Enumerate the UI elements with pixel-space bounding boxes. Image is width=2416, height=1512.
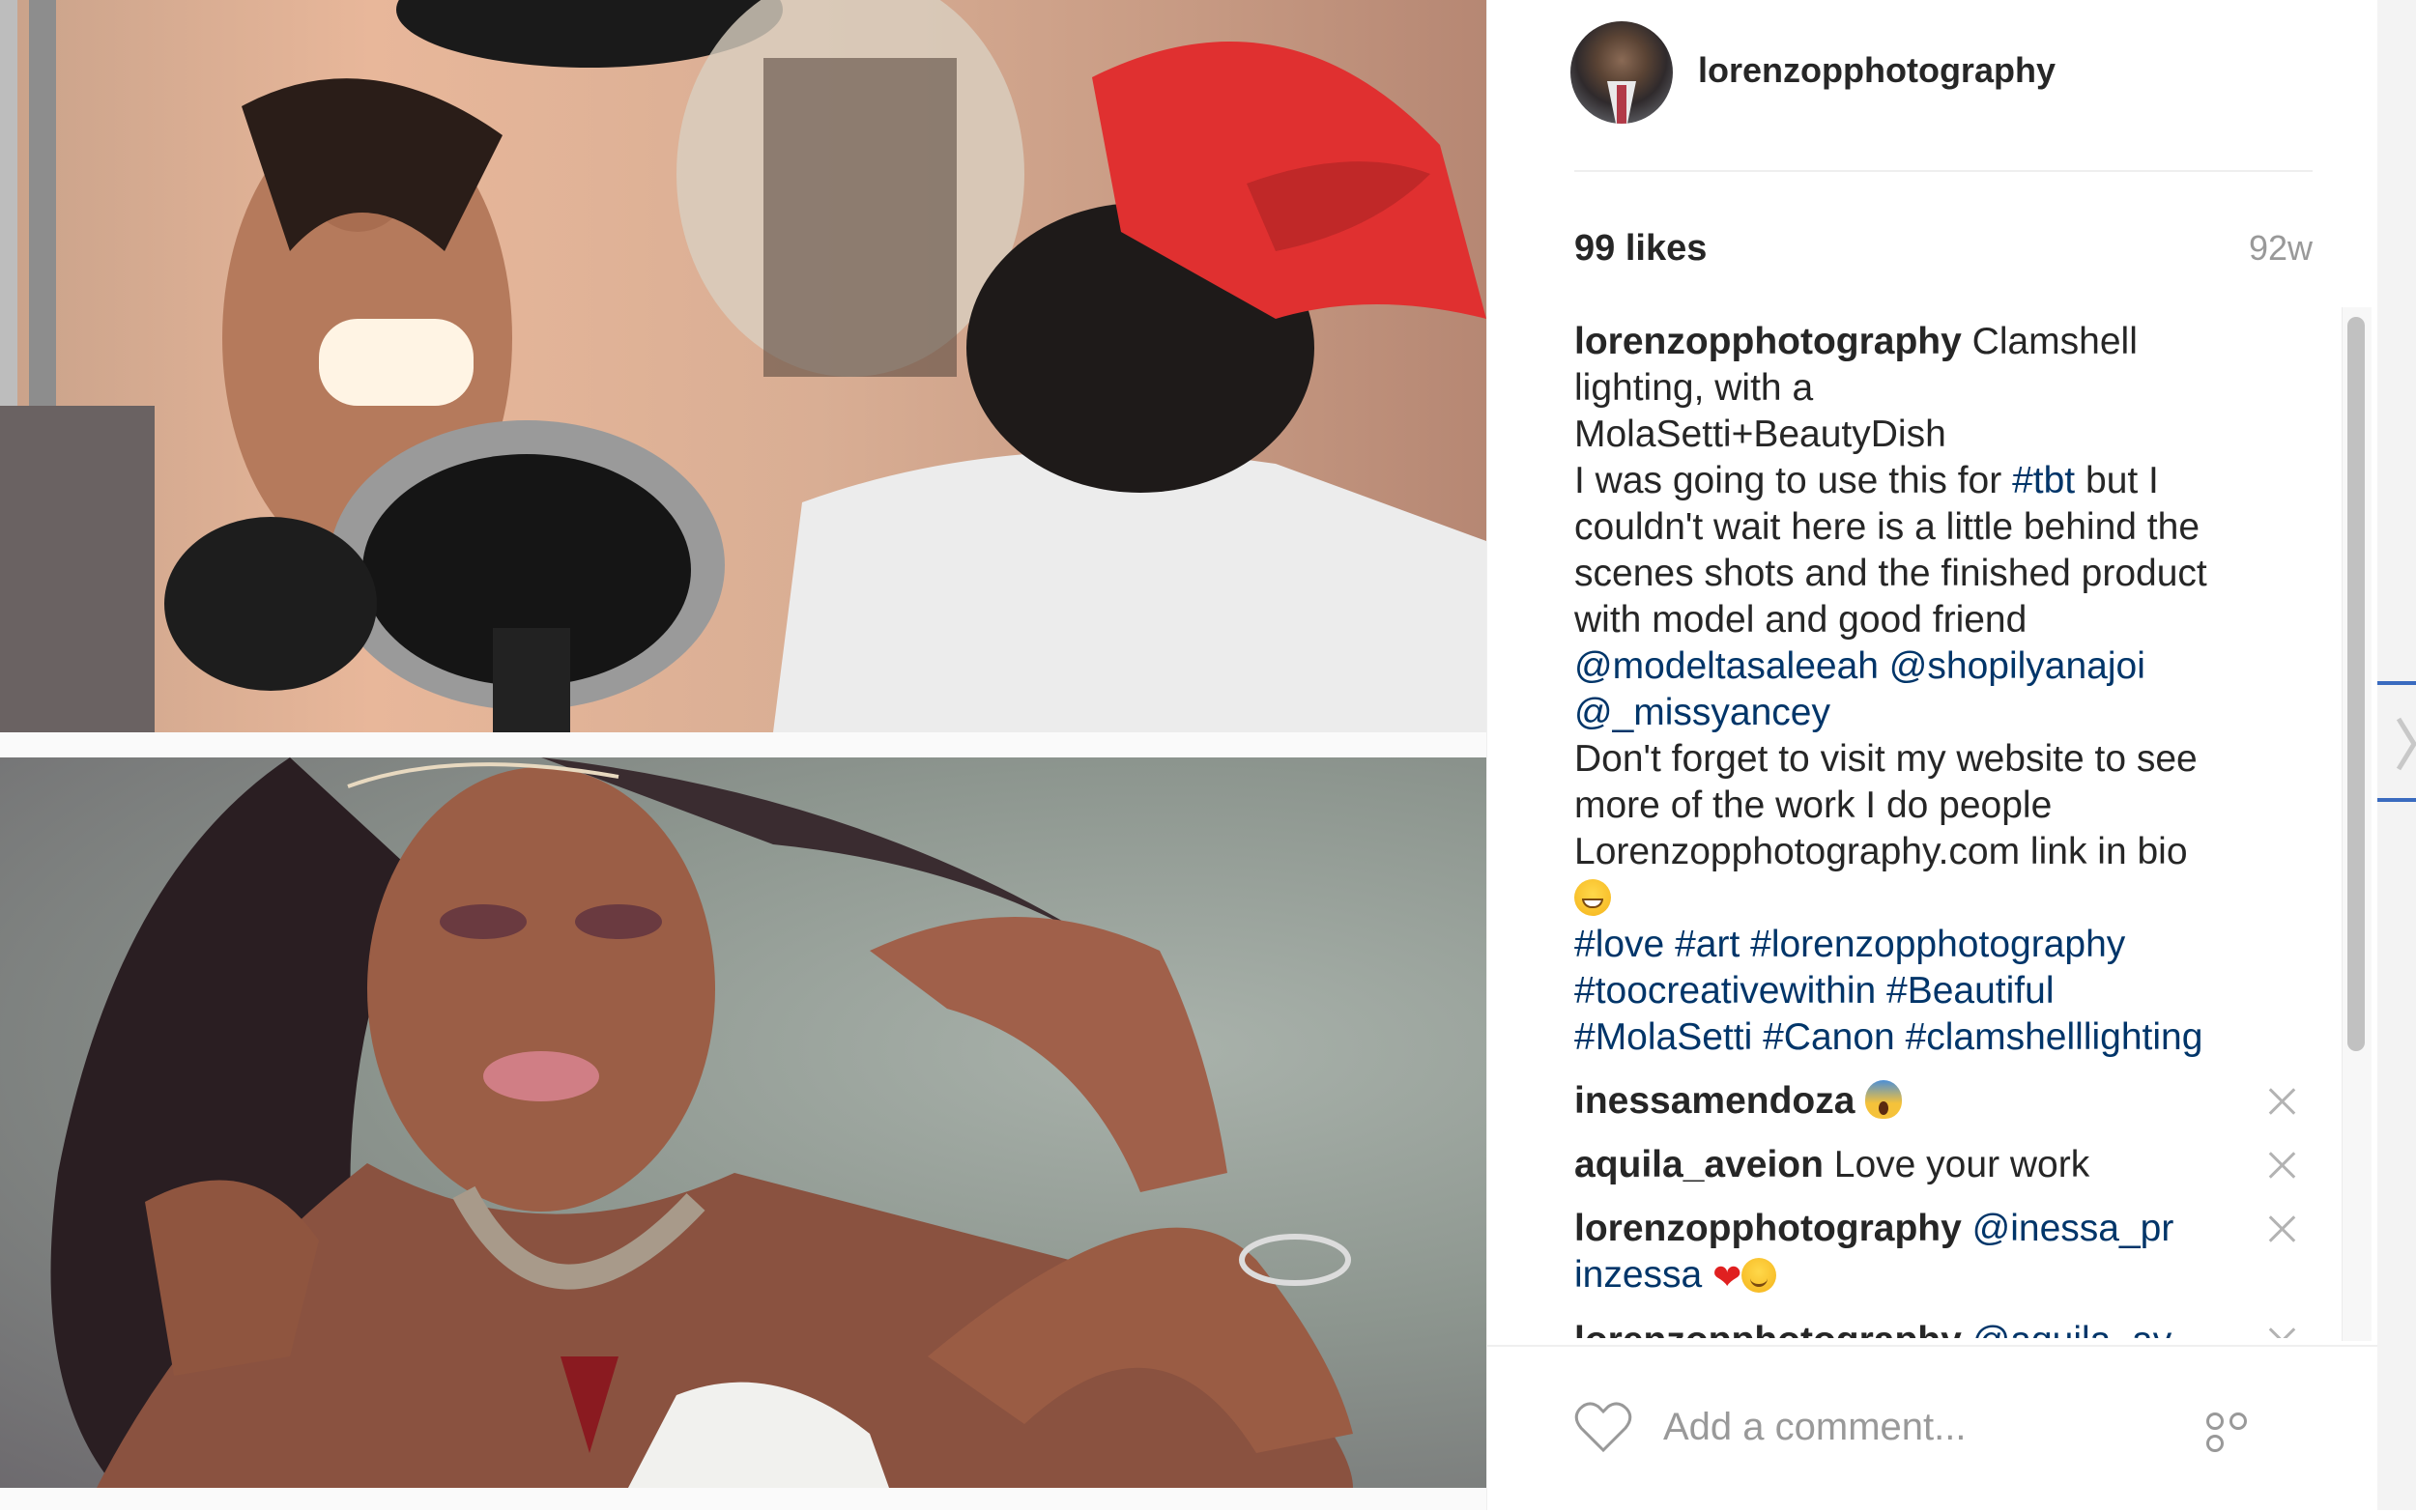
mention-link[interactable]: @inessa_pr — [1972, 1208, 2174, 1249]
add-comment-input[interactable] — [1661, 1397, 2206, 1457]
chevron-right-icon[interactable] — [2395, 715, 2416, 773]
comment-item: aquila_aveion Love your work — [1574, 1142, 2313, 1188]
comment-author[interactable]: aquila_aveion — [1574, 1144, 1824, 1185]
close-icon[interactable] — [2264, 1084, 2299, 1119]
scrollbar-thumb[interactable] — [2347, 317, 2365, 1051]
hashtag-link[interactable]: #clamshelllighting — [1906, 1016, 2203, 1058]
comment-footer — [1487, 1345, 2378, 1512]
caption-line: Lorenzopphotography.com link in bio — [1574, 831, 2188, 872]
hashtag-link[interactable]: #art — [1675, 924, 1740, 965]
comment-item: inessamendoza — [1574, 1078, 2313, 1125]
smiling-face-emoji-icon — [1741, 1258, 1777, 1293]
screaming-face-emoji-icon — [1865, 1080, 1903, 1119]
red-heart-emoji-icon: ❤ — [1712, 1257, 1742, 1297]
caption-text: but I — [2085, 460, 2159, 501]
caption-line: MolaSetti+BeautyDish — [1574, 414, 1946, 455]
avatar[interactable] — [1570, 21, 1673, 124]
hashtag-link[interactable]: #lorenzopphotography — [1750, 924, 2125, 965]
hashtag-link[interactable]: #love — [1574, 924, 1664, 965]
caption-line: lighting, with a — [1574, 367, 1814, 409]
heart-icon[interactable] — [1574, 1400, 1632, 1454]
edge-accent-line — [2377, 681, 2416, 685]
comments-scrollbar[interactable] — [2342, 307, 2372, 1341]
close-icon[interactable] — [2264, 1212, 2299, 1246]
mention-link[interactable]: inzessa — [1574, 1254, 1702, 1296]
mention-link[interactable]: @shopilyanajoi — [1889, 645, 2145, 687]
post-caption: lorenzopphotography Clamshell lighting, … — [1574, 319, 2309, 1061]
post-photo[interactable] — [0, 0, 1486, 1510]
more-options-icon[interactable] — [2206, 1412, 2272, 1452]
caption-line: with model and good friend — [1574, 599, 2028, 641]
caption-text: I was going to use this for — [1574, 460, 2002, 501]
comment-author[interactable]: inessamendoza — [1574, 1080, 1855, 1122]
comment-author[interactable]: lorenzopphotography — [1574, 1320, 1962, 1338]
comment-author[interactable]: lorenzopphotography — [1574, 1208, 1962, 1249]
mention-link[interactable]: @modeltasaleeah — [1574, 645, 1879, 687]
hashtag-link[interactable]: #MolaSetti — [1574, 1016, 1752, 1058]
caption-line: more of the work I do people — [1574, 785, 2053, 826]
caption-author[interactable]: lorenzopphotography — [1574, 321, 1962, 362]
hashtag-link[interactable]: #Beautiful — [1886, 970, 2054, 1012]
caption-line: Don't forget to visit my website to see — [1574, 738, 2198, 780]
grinning-emoji-icon — [1574, 879, 1611, 916]
close-icon[interactable] — [2264, 1324, 2299, 1338]
hashtag-link[interactable]: #Canon — [1763, 1016, 1895, 1058]
post-age[interactable]: 92w — [2249, 228, 2313, 269]
hashtag-link[interactable]: #toocreativewithin — [1574, 970, 1876, 1012]
finished-portrait-image — [0, 757, 1486, 1488]
header-divider — [1574, 170, 2313, 172]
likes-count[interactable]: 99 likes — [1574, 228, 1707, 270]
comment-item: lorenzopphotography @inessa_pr inzessa ❤ — [1574, 1206, 2313, 1300]
post-details-panel: lorenzopphotography 99 likes 92w lorenzo… — [1486, 0, 2378, 1510]
comment-text: Love your work — [1833, 1144, 2090, 1185]
mention-link[interactable]: @_missyancey — [1574, 692, 1830, 733]
comments-list: lorenzopphotography Clamshell lighting, … — [1574, 319, 2313, 1338]
behind-the-scenes-image — [0, 0, 1486, 732]
mention-link[interactable]: @aquila_av — [1972, 1320, 2172, 1338]
close-icon[interactable] — [2264, 1148, 2299, 1183]
caption-text: Clamshell — [1971, 321, 2138, 362]
caption-line: couldn't wait here is a little behind th… — [1574, 506, 2200, 548]
avatar-tie — [1617, 85, 1626, 124]
comment-item: lorenzopphotography @aquila_av — [1574, 1318, 2313, 1338]
edge-accent-line — [2377, 798, 2416, 802]
post-header: lorenzopphotography — [1487, 0, 2378, 172]
hashtag-link[interactable]: #tbt — [2012, 460, 2075, 501]
username-link[interactable]: lorenzopphotography — [1698, 50, 2056, 91]
caption-line: scenes shots and the finished product — [1574, 553, 2207, 594]
